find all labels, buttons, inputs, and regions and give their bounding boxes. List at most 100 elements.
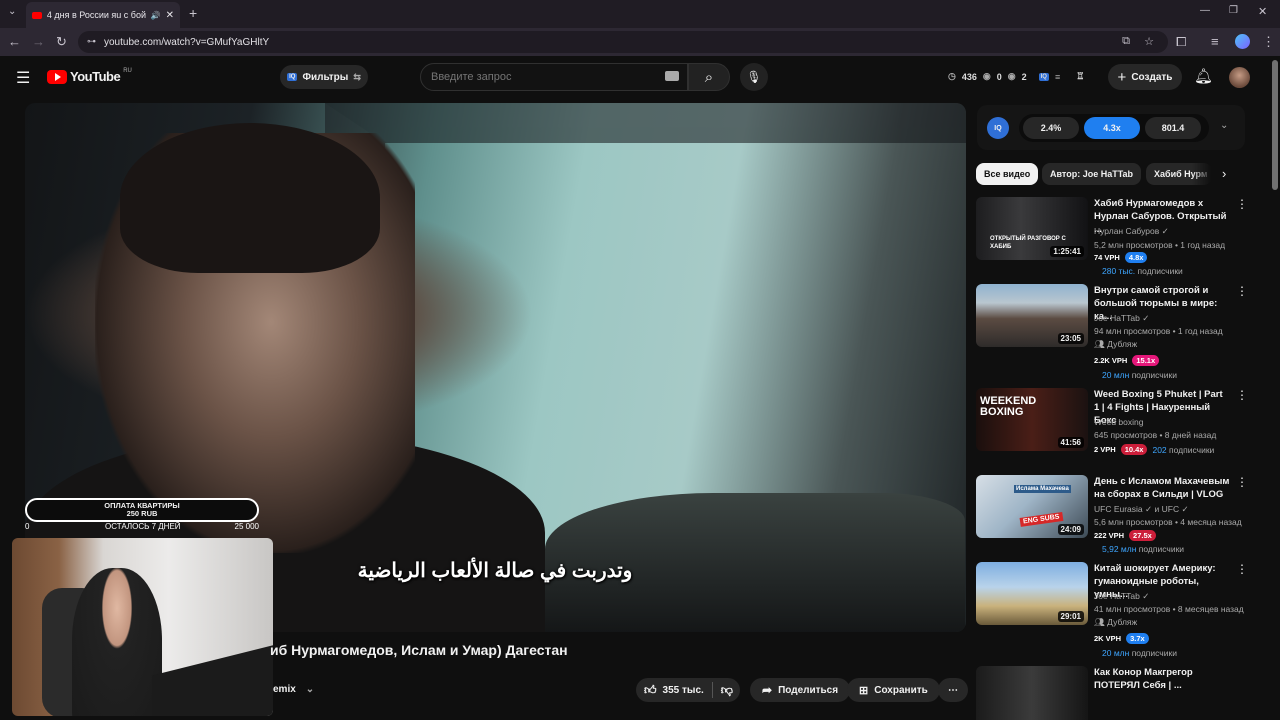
- save-icon: ⊞: [859, 684, 869, 697]
- eye-off-icon: ◉: [1007, 71, 1016, 81]
- window-close-icon[interactable]: ✕: [1258, 5, 1267, 18]
- recommendation-item[interactable]: ОТКРЫТЫЙ РАЗГОВОР С ХАБИБ 1:25:41 Хабиб …: [976, 197, 1266, 281]
- filters-label: Фильтры: [302, 71, 349, 83]
- rec-thumbnail[interactable]: [976, 666, 1088, 720]
- recommendation-item[interactable]: Как Конор Макгрегор ПОТЕРЯЛ Себя | ...: [976, 666, 1266, 720]
- voice-search-button[interactable]: 🎙: [740, 63, 768, 91]
- forward-icon[interactable]: →: [32, 34, 45, 49]
- subs-label: подписчики: [1137, 266, 1183, 276]
- browser-tab[interactable]: 4 дня в России яu с бойца 🔊 ✕: [26, 2, 180, 28]
- rec-menu-icon[interactable]: ⋮: [1236, 562, 1248, 576]
- video-hair: [120, 123, 380, 273]
- bookmark-star-icon[interactable]: ☆: [1144, 35, 1154, 48]
- save-button[interactable]: ⊞ Сохранить: [847, 678, 940, 702]
- rec-menu-icon[interactable]: ⋮: [1236, 388, 1248, 402]
- rec-menu-icon[interactable]: ⋮: [1236, 197, 1248, 211]
- rec-thumbnail[interactable]: Ислама Махачева ENG SUBS 24:09: [976, 475, 1088, 538]
- channel-label-2: и UFC: [1154, 504, 1180, 514]
- cast-icon[interactable]: ⧉: [1122, 35, 1130, 48]
- verified-icon: ✓: [1145, 504, 1153, 514]
- donation-goal: 25 000: [234, 522, 259, 531]
- rec-thumbnail[interactable]: 29:01: [976, 562, 1088, 625]
- rec-channel[interactable]: Weed boxing: [1094, 417, 1143, 427]
- filters-button[interactable]: IQ Фильтры ⇆: [280, 65, 368, 89]
- verified-icon: ✓: [1142, 313, 1150, 323]
- thumbs-down-icon[interactable]: 👎︎: [721, 683, 733, 698]
- eye-icon: ◉: [982, 71, 991, 81]
- create-button[interactable]: + Создать: [1108, 64, 1182, 90]
- rec-channel[interactable]: UFC Eurasia ✓ и UFC ✓: [1094, 504, 1189, 515]
- multiplier-badge: 27.5x: [1129, 530, 1156, 541]
- stat-pill-3[interactable]: 801.4: [1145, 117, 1201, 139]
- chip-khabib[interactable]: Хабиб Нурм: [1146, 163, 1212, 185]
- address-bar-row: ← → ↻ ⊶ youtube.com/watch?v=GMufYaGHltY …: [0, 28, 1280, 56]
- rec-subscribers: 202 подписчики: [1152, 445, 1214, 455]
- search-input[interactable]: [431, 69, 651, 85]
- stat-pill-2[interactable]: 4.3x: [1084, 117, 1140, 139]
- stat-pill-1[interactable]: 2.4%: [1023, 117, 1079, 139]
- rec-subscribers: 20 млн подписчики: [1102, 370, 1177, 380]
- keyboard-icon[interactable]: [665, 71, 679, 81]
- rec-menu-icon[interactable]: ⋮: [1236, 475, 1248, 489]
- expand-chevron-icon[interactable]: ⌄: [1220, 120, 1228, 131]
- account-avatar[interactable]: [1229, 67, 1250, 88]
- plus-icon: +: [1117, 68, 1127, 86]
- rec-title[interactable]: Как Конор Макгрегор ПОТЕРЯЛ Себя | ...: [1094, 666, 1230, 692]
- tab-list-icon[interactable]: ⌄: [8, 6, 16, 17]
- rec-thumbnail[interactable]: WEEKEND BOXING 41:56: [976, 388, 1088, 451]
- rec-channel[interactable]: Нурлан Сабуров ✓: [1094, 226, 1169, 237]
- more-actions-button[interactable]: ⋯: [938, 678, 968, 702]
- donation-amount: 250 RUB: [126, 509, 158, 518]
- restore-icon[interactable]: ❐: [1229, 5, 1238, 16]
- hamburger-menu-icon[interactable]: ☰: [16, 68, 30, 88]
- rec-thumbnail[interactable]: ОТКРЫТЫЙ РАЗГОВОР С ХАБИБ 1:25:41: [976, 197, 1088, 260]
- multiplier-badge: 3.7x: [1126, 633, 1149, 644]
- scrollbar-thumb[interactable]: [1272, 60, 1278, 190]
- back-icon[interactable]: ←: [8, 34, 21, 49]
- browser-menu-icon[interactable]: ⋮: [1262, 34, 1275, 50]
- extensions-icon[interactable]: ⧠: [1176, 34, 1186, 50]
- minimize-icon[interactable]: —: [1200, 5, 1210, 16]
- list-icon[interactable]: ≡: [1055, 72, 1060, 82]
- like-dislike-group: 👍︎ 355 тыс. 👎︎: [636, 678, 740, 702]
- chips-next-icon[interactable]: ›: [1222, 166, 1226, 181]
- trophy-icon[interactable]: ♖: [1076, 71, 1084, 82]
- share-button[interactable]: ➦ Поделиться: [750, 678, 851, 702]
- thumbs-up-icon[interactable]: 👍︎: [644, 683, 657, 698]
- recommendation-item[interactable]: 29:01 Китай шокирует Америку: гуманоидны…: [976, 562, 1266, 662]
- rec-thumbnail[interactable]: 23:05: [976, 284, 1088, 347]
- like-count[interactable]: 355 тыс.: [663, 685, 704, 696]
- site-info-icon[interactable]: ⊶: [87, 36, 96, 47]
- rec-channel[interactable]: Joe HaTTab ✓: [1094, 313, 1149, 324]
- speaker-icon[interactable]: 🔊: [151, 11, 161, 20]
- recommendation-item[interactable]: Ислама Махачева ENG SUBS 24:09 День с Ис…: [976, 475, 1266, 559]
- search-button[interactable]: ⌕: [688, 63, 730, 91]
- tab-close-icon[interactable]: ✕: [166, 10, 174, 21]
- youtube-logo[interactable]: YouTube RU: [47, 68, 132, 84]
- rec-badges: 74 VPH 4.8x: [1094, 252, 1148, 263]
- notifications-bell-icon[interactable]: 🔔︎: [1194, 67, 1213, 85]
- reload-icon[interactable]: ↻: [56, 34, 67, 50]
- chip-author[interactable]: Автор: Joe HaTTab: [1042, 163, 1142, 185]
- microphone-icon: 🎙: [746, 70, 762, 84]
- chip-all-videos[interactable]: Все видео: [976, 163, 1039, 185]
- youtube-header: ☰ YouTube RU IQ Фильтры ⇆ ⌕ 🎙 ◷ 436 ◉ 0 ◉ 2…: [0, 56, 1280, 100]
- new-tab-icon[interactable]: +: [189, 5, 197, 21]
- rec-title[interactable]: День с Исламом Махачевым на сборах в Сил…: [1094, 475, 1230, 501]
- channel-name: emix: [273, 684, 296, 695]
- channel-label: UFC Eurasia: [1094, 504, 1143, 514]
- video-title: иб Нурмагомедов, Ислам и Умар) Дагестан: [270, 642, 568, 658]
- recommendation-item[interactable]: 23:05 Внутри самой строгой и большой тюр…: [976, 284, 1266, 384]
- rec-channel[interactable]: Joe HaTTab ✓: [1094, 591, 1149, 602]
- omnibox[interactable]: ⊶ youtube.com/watch?v=GMufYaGHltY ⧉ ☆: [78, 31, 1168, 53]
- iq-icon[interactable]: IQ: [1038, 72, 1049, 81]
- rec-menu-icon[interactable]: ⋮: [1236, 284, 1248, 298]
- search-box[interactable]: [420, 63, 688, 91]
- profile-avatar[interactable]: [1235, 34, 1250, 49]
- browser-tab-strip: ⌄ 4 дня в России яu с бойца 🔊 ✕ + — ❐ ✕: [0, 0, 1280, 28]
- reading-list-icon[interactable]: ≡: [1211, 34, 1219, 49]
- page-scrollbar[interactable]: [1272, 60, 1278, 720]
- recommendation-item[interactable]: WEEKEND BOXING 41:56 Weed Boxing 5 Phuke…: [976, 388, 1266, 472]
- iq-stats-panel: IQ 2.4% 4.3x 801.4 ⌄: [977, 105, 1245, 150]
- channel-name-partial[interactable]: emix ⌄: [273, 684, 314, 695]
